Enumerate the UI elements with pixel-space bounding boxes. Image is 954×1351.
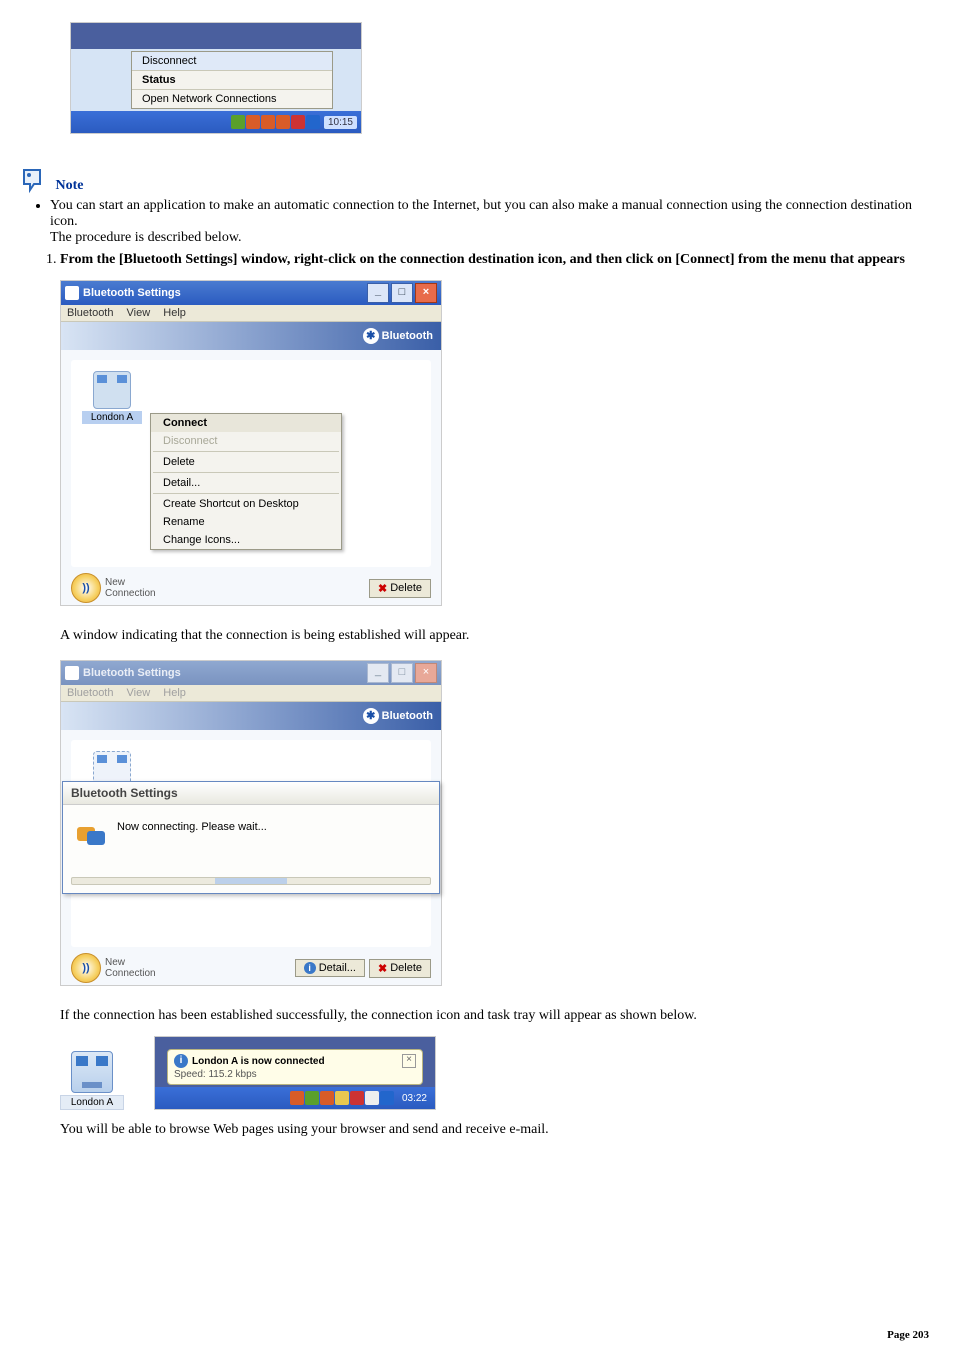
detail-button[interactable]: i Detail... — [295, 959, 365, 977]
ctx-create-shortcut[interactable]: Create Shortcut on Desktop — [151, 495, 341, 513]
new-connection-icon[interactable]: )) — [71, 953, 101, 983]
screenshot-tray-balloon: London A i London A is now connected × S… — [60, 1036, 934, 1110]
ctx-disconnect: Disconnect — [151, 432, 341, 450]
device-icon-connected: London A — [60, 1051, 124, 1110]
tray-icon — [365, 1091, 379, 1105]
new-connection-icon[interactable]: )) — [71, 573, 101, 603]
menu-view[interactable]: View — [127, 307, 151, 319]
balloon-title: London A is now connected — [192, 1056, 398, 1067]
menu-help: Help — [163, 687, 186, 699]
note-icon — [20, 166, 48, 194]
tray-icon — [261, 115, 275, 129]
close-icon: × — [415, 663, 437, 683]
menu-bluetooth[interactable]: Bluetooth — [67, 307, 113, 319]
tray-icon — [290, 1091, 304, 1105]
tray-clock: 03:22 — [398, 1092, 431, 1105]
screenshot-bt-settings-1: Bluetooth Settings _ □ × Bluetooth View … — [60, 280, 442, 606]
brand-label: Bluetooth — [382, 330, 433, 342]
para-success: If the connection has been established s… — [60, 1008, 934, 1024]
minimize-icon[interactable]: _ — [367, 283, 389, 303]
ctx-rename[interactable]: Rename — [151, 513, 341, 531]
ctx-item-open-connections[interactable]: Open Network Connections — [132, 89, 332, 108]
new-connection-label: New Connection — [105, 957, 156, 979]
delete-button[interactable]: ✖ Delete — [369, 579, 431, 598]
ctx-change-icons[interactable]: Change Icons... — [151, 531, 341, 549]
ctx-item-disconnect[interactable]: Disconnect — [132, 52, 332, 71]
tray-icon — [350, 1091, 364, 1105]
ctx-detail[interactable]: Detail... — [151, 474, 341, 492]
note-text: You can start an application to make an … — [50, 198, 934, 246]
window-title: Bluetooth Settings — [83, 667, 365, 679]
screenshot-bt-settings-2: Bluetooth Settings _ □ × Bluetooth View … — [60, 660, 442, 986]
maximize-icon: □ — [391, 663, 413, 683]
tray-icon — [231, 115, 245, 129]
device-icon[interactable]: London A — [82, 371, 142, 424]
x-icon: ✖ — [378, 582, 387, 595]
dialog-title: Bluetooth Settings — [63, 782, 439, 805]
tray-icon — [380, 1091, 394, 1105]
dialog-msg: Now connecting. Please wait... — [117, 819, 267, 833]
menu-help[interactable]: Help — [163, 307, 186, 319]
close-icon[interactable]: × — [415, 283, 437, 303]
para-appear: A window indicating that the connection … — [60, 628, 934, 644]
tray-icon — [305, 1091, 319, 1105]
minimize-icon: _ — [367, 663, 389, 683]
step1-title: From the [Bluetooth Settings] window, ri… — [60, 252, 905, 267]
tray-icon — [291, 115, 305, 129]
ctx-delete[interactable]: Delete — [151, 453, 341, 471]
tray-clock: 10:15 — [324, 116, 357, 129]
balloon-speed: Speed: 115.2 kbps — [174, 1069, 416, 1080]
menu-bluetooth: Bluetooth — [67, 687, 113, 699]
bluetooth-logo-icon: ✱ — [363, 708, 379, 724]
brand-label: Bluetooth — [382, 710, 433, 722]
tray-icon — [306, 115, 320, 129]
connecting-icon — [75, 819, 107, 851]
window-title: Bluetooth Settings — [83, 287, 365, 299]
tray-icon — [335, 1091, 349, 1105]
ctx-connect[interactable]: Connect — [151, 414, 341, 432]
device-label: London A — [82, 411, 142, 424]
para-browse: You will be able to browse Web pages usi… — [60, 1122, 934, 1138]
tray-icon — [276, 115, 290, 129]
device-label: London A — [60, 1095, 124, 1110]
page-number: Page 203 — [887, 1329, 929, 1341]
info-icon: i — [174, 1054, 188, 1068]
tray-icon — [320, 1091, 334, 1105]
bt-icon — [65, 666, 79, 680]
menu-view: View — [127, 687, 151, 699]
tray-icon — [246, 115, 260, 129]
screenshot-top-taskbar: Disconnect Status Open Network Connectio… — [70, 22, 362, 134]
ctx-item-status[interactable]: Status — [132, 71, 332, 89]
bluetooth-logo-icon: ✱ — [363, 328, 379, 344]
bt-icon — [65, 286, 79, 300]
x-icon: ✖ — [378, 962, 387, 975]
delete-button[interactable]: ✖ Delete — [369, 959, 431, 978]
new-connection-label: New Connection — [105, 577, 156, 599]
maximize-icon[interactable]: □ — [391, 283, 413, 303]
note-label: Note — [52, 178, 84, 193]
close-icon[interactable]: × — [402, 1054, 416, 1068]
info-icon: i — [304, 962, 316, 974]
